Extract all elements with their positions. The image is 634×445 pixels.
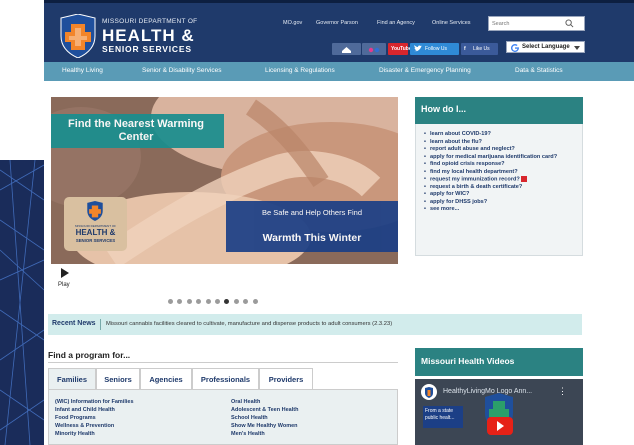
program-link[interactable]: Food Programs [55,415,96,421]
logo-dept-text: MISSOURI DEPARTMENT OF [102,18,198,25]
pdf-icon [521,176,528,182]
google-g-icon [511,44,520,53]
how-do-i-link[interactable]: find opioid crisis response? [424,161,580,169]
search-input[interactable] [492,19,562,29]
slide-dot[interactable] [224,299,230,304]
tab-providers[interactable]: Providers [259,368,313,390]
video-overlay-caption: From a state public healt... [423,406,463,428]
slide-dot[interactable] [168,299,173,304]
how-do-i-link[interactable]: report adult abuse and neglect? [424,146,580,154]
how-do-i-link[interactable]: learn about the flu? [424,139,580,147]
facebook-icon: f [464,46,466,52]
chevron-down-icon [574,46,580,50]
recent-news-label: Recent News [52,320,96,327]
home-icon [342,47,351,53]
how-do-i-link[interactable]: apply for medical marijuana identificati… [424,154,580,162]
program-link[interactable]: School Health [231,415,268,421]
hero-dhss-logo: MISSOURI DEPARTMENT OF HEALTH & SENIOR S… [64,197,127,251]
hero-logo-health: HEALTH & [75,228,116,237]
play-label[interactable]: Play [58,282,70,288]
top-link-mo-gov[interactable]: MO.gov [283,20,302,26]
programs-divider [48,362,398,363]
twitter-icon [414,45,422,52]
program-link[interactable]: Men's Health [231,431,265,437]
nav-item-disaster[interactable]: Disaster & Emergency Planning [379,67,471,74]
program-link[interactable]: Minority Health [55,431,95,437]
tab-agencies[interactable]: Agencies [140,368,192,390]
slide-dot[interactable] [252,299,258,304]
how-do-i-title: How do I... [421,104,466,114]
youtube-icon: YouTube [391,46,412,52]
hero-title-banner: Find the Nearest Warming Center [51,114,224,148]
video-player[interactable]: HealthyLivingMo Logo Ann... ⋮ From a sta… [415,379,583,445]
programs-panel [48,389,398,445]
program-link[interactable]: Wellness & Prevention [55,423,114,429]
nav-item-healthy-living[interactable]: Healthy Living [62,67,103,74]
how-do-i-link[interactable]: learn about COVID-19? [424,131,580,139]
slide-dot[interactable] [186,299,192,304]
youtube-button[interactable]: YouTube [388,43,412,55]
channel-avatar-icon [421,384,437,400]
twitter-button[interactable]: Follow Us [410,43,459,55]
search-box [488,16,585,31]
slide-dot[interactable] [196,299,202,304]
how-do-i-link-text: request my immunization record? [430,176,520,183]
slide-dot[interactable] [233,299,239,304]
how-do-i-link-immunization[interactable]: request my immunization record? [424,176,580,184]
facebook-button[interactable]: f Like Us [461,43,498,55]
nav-item-data-statistics[interactable]: Data & Statistics [515,67,563,74]
recent-news-divider [100,319,101,330]
slide-dot[interactable] [243,299,249,304]
hero-title: Find the Nearest Warming Center [68,118,204,143]
facebook-label: Like Us [473,46,490,52]
logo-health-text: HEALTH & [102,26,195,45]
language-selector-label: Select Language [522,44,570,50]
hero-logo-senior: SENIOR SERVICES [75,238,116,243]
tab-professionals[interactable]: Professionals [192,368,259,390]
how-do-i-link[interactable]: request a birth & death certificate? [424,184,580,192]
top-link-governor[interactable]: Governor Parson [316,20,358,26]
hero-subtitle-banner: Be Safe and Help Others Find Warmth This… [226,201,398,252]
play-icon[interactable] [60,268,70,278]
more-options-icon[interactable]: ⋮ [558,386,567,397]
program-link[interactable]: (WIC) Information for Families [55,399,134,405]
program-link[interactable]: Adolescent & Teen Health [231,407,298,413]
how-do-i-link[interactable]: find my local health department? [424,169,580,177]
top-link-online-services[interactable]: Online Services [432,20,471,26]
dhss-shield-logo[interactable] [59,13,97,59]
side-decorative-background [0,160,44,445]
how-do-i-link[interactable]: apply for WIC? [424,191,580,199]
recent-news-link[interactable]: Missouri cannabis facilities cleared to … [106,321,392,327]
nav-item-licensing[interactable]: Licensing & Regulations [265,67,335,74]
slide-dot[interactable] [205,299,211,304]
hero-slide[interactable]: Find the Nearest Warming Center Be Safe … [51,97,398,264]
video-title: HealthyLivingMo Logo Ann... [443,388,533,395]
nav-item-senior-disability[interactable]: Senior & Disability Services [142,67,221,74]
programs-heading: Find a program for... [48,350,131,360]
logo-senior-text: SENIOR SERVICES [102,44,192,54]
tab-families[interactable]: Families [48,368,96,390]
hero-subtitle-bold: Warmth This Winter [262,232,362,244]
program-link[interactable]: Infant and Child Health [55,407,115,413]
how-do-i-list: learn about COVID-19? learn about the fl… [424,131,580,214]
home-button[interactable] [332,43,361,55]
top-link-find-agency[interactable]: Find an Agency [377,20,415,26]
twitter-label: Follow Us [425,46,447,52]
how-do-i-see-more[interactable]: see more... [424,206,580,214]
program-link[interactable]: Oral Health [231,399,260,405]
how-do-i-link[interactable]: apply for DHSS jobs? [424,199,580,207]
flickr-icon [368,47,380,53]
hero-subtitle: Be Safe and Help Others Find [261,208,363,217]
flickr-button[interactable] [362,43,386,55]
language-selector[interactable]: Select Language [506,41,585,53]
search-icon[interactable] [565,19,574,28]
program-link[interactable]: Show Me Healthy Women [231,423,298,429]
slide-dot[interactable] [177,299,183,304]
videos-heading: Missouri Health Videos [421,356,515,366]
shield-icon [87,201,103,221]
header-top-border [44,0,634,3]
slide-dot[interactable] [215,299,220,304]
tab-seniors[interactable]: Seniors [96,368,140,390]
